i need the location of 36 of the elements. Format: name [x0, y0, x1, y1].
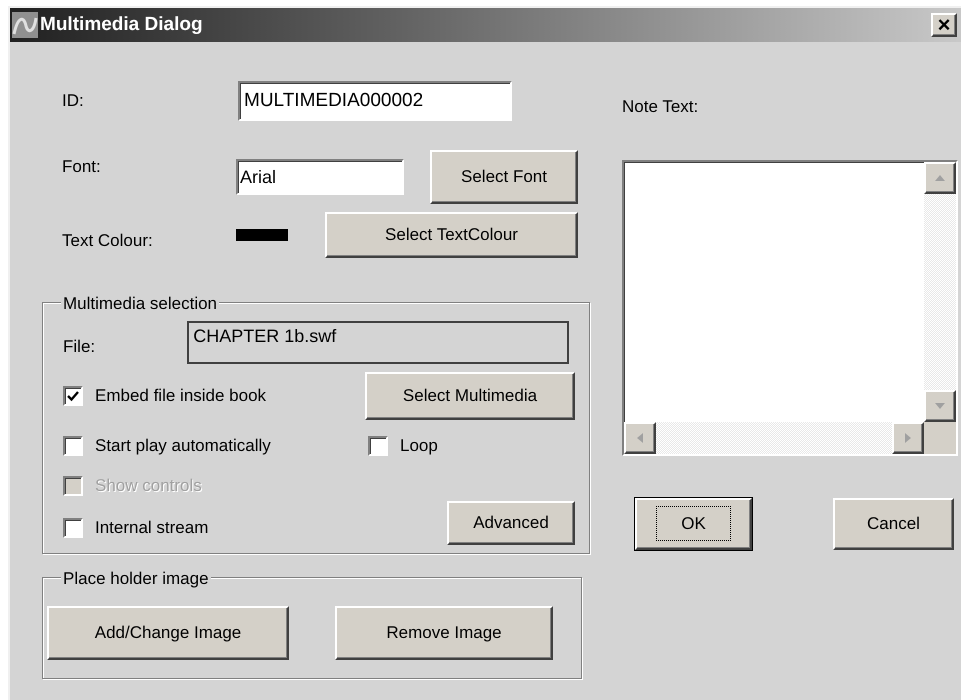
vertical-scrollbar[interactable]	[924, 162, 956, 422]
button[interactable]: Advanced	[447, 501, 575, 545]
button[interactable]: Select TextColour	[325, 212, 578, 258]
scroll-up-icon[interactable]	[924, 162, 956, 194]
checkbox[interactable]	[368, 436, 388, 456]
button[interactable]: Add/Change Image	[47, 606, 289, 660]
checkbox-label: Loop	[400, 435, 438, 458]
check-icon	[67, 390, 79, 402]
file-label: File:	[63, 336, 96, 358]
button[interactable]: Cancel	[833, 498, 954, 550]
checkbox-label: Start play automatically	[95, 435, 271, 458]
file-field: CHAPTER 1b.swf	[187, 321, 569, 364]
checkbox-label: Internal stream	[95, 517, 208, 540]
scrollbar-corner	[924, 422, 956, 454]
checkbox-label: Embed file inside book	[95, 385, 266, 408]
horizontal-scrollbar[interactable]	[624, 422, 924, 454]
button[interactable]: Remove Image	[335, 606, 553, 660]
close-button[interactable]: ×	[931, 13, 957, 37]
checkbox[interactable]	[63, 386, 83, 406]
scroll-left-icon[interactable]	[624, 422, 656, 454]
note-text-area[interactable]	[622, 160, 958, 456]
id-label: ID:	[61, 90, 85, 112]
checkbox[interactable]	[63, 518, 83, 538]
text-colour-label: Text Colour:	[61, 230, 154, 252]
button[interactable]: Select Multimedia	[365, 372, 575, 420]
button[interactable]: Select Font	[430, 150, 578, 204]
font-field[interactable]: Arial	[236, 159, 404, 195]
app-icon	[12, 12, 38, 38]
scroll-down-icon[interactable]	[924, 390, 956, 422]
font-label: Font:	[61, 156, 102, 178]
window-title: Multimedia Dialog	[40, 12, 203, 37]
checkbox[interactable]	[63, 436, 83, 456]
note-label: Note Text:	[622, 96, 700, 118]
scroll-right-icon[interactable]	[892, 422, 924, 454]
id-field[interactable]: MULTIMEDIA000002	[238, 81, 512, 121]
button[interactable]: OK	[635, 498, 752, 550]
